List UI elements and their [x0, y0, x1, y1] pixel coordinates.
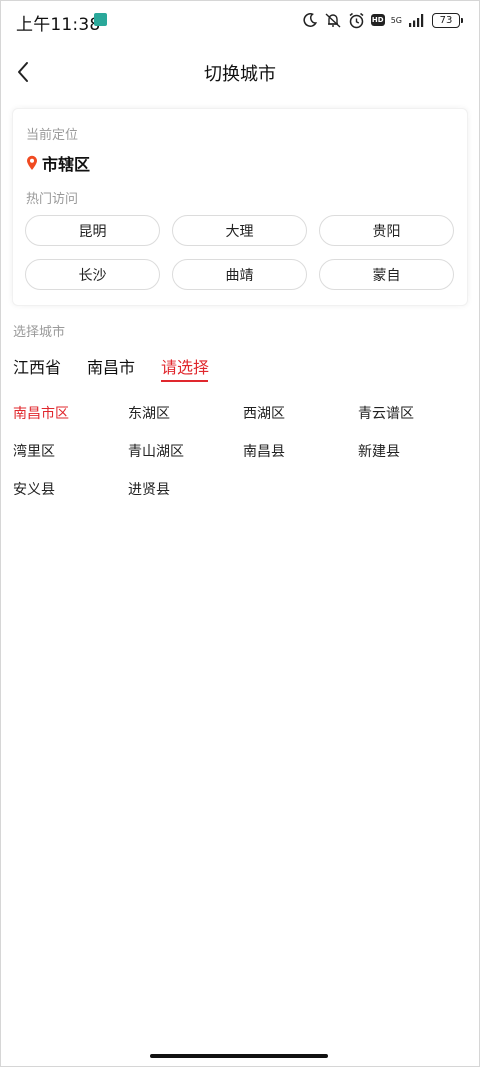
- map-pin-icon: [27, 155, 37, 170]
- tab-please-select[interactable]: 请选择: [161, 354, 209, 378]
- home-indicator[interactable]: [150, 1054, 328, 1058]
- signal-icon: [409, 14, 424, 27]
- hot-city-chip[interactable]: 蒙自: [319, 259, 454, 290]
- district-item[interactable]: 青云谱区: [358, 403, 414, 423]
- location-card: 当前定位 市辖区 热门访问 昆明 大理 贵阳 长沙 曲靖 蒙自: [12, 108, 468, 306]
- hot-visits-label: 热门访问: [26, 192, 79, 207]
- district-item[interactable]: 湾里区: [13, 441, 55, 461]
- hot-city-chip[interactable]: 昆明: [25, 215, 160, 246]
- current-location-label: 当前定位: [26, 128, 79, 143]
- district-item[interactable]: 南昌县: [243, 441, 285, 461]
- district-item[interactable]: 西湖区: [243, 403, 285, 423]
- hot-city-chip[interactable]: 长沙: [25, 259, 160, 290]
- page-title: 切换城市: [204, 64, 276, 85]
- bell-muted-icon: [325, 13, 341, 28]
- status-icons: HD 5G 73: [302, 10, 463, 30]
- hot-city-chip[interactable]: 曲靖: [172, 259, 307, 290]
- tab-city[interactable]: 南昌市: [87, 354, 135, 378]
- current-location-value: 市辖区: [42, 155, 91, 174]
- network-type-text: 5G: [390, 15, 402, 25]
- tab-province[interactable]: 江西省: [13, 354, 61, 378]
- battery-level: 73: [439, 14, 453, 26]
- select-city-label: 选择城市: [13, 325, 66, 340]
- current-location[interactable]: 市辖区: [26, 151, 90, 175]
- app-notification-icon: [94, 13, 107, 26]
- alarm-icon: [349, 12, 364, 28]
- hot-city-chip[interactable]: 贵阳: [319, 215, 454, 246]
- district-item[interactable]: 南昌市区: [13, 403, 69, 423]
- district-item[interactable]: 进贤县: [128, 479, 170, 499]
- header: 切换城市: [0, 48, 480, 96]
- hd-voice-icon: HD: [370, 14, 385, 26]
- moon-icon: [303, 13, 317, 27]
- district-item[interactable]: 安义县: [13, 479, 55, 499]
- status-bar: 上午11:38 HD 5G 73: [0, 0, 480, 40]
- district-item[interactable]: 青山湖区: [128, 441, 184, 461]
- status-time: 上午11:38: [16, 15, 101, 35]
- active-tab-indicator: [161, 380, 208, 382]
- hot-city-chip[interactable]: 大理: [172, 215, 307, 246]
- district-item[interactable]: 新建县: [358, 441, 400, 461]
- district-item[interactable]: 东湖区: [128, 403, 170, 423]
- battery-icon: 73: [432, 12, 463, 28]
- network-type: 5G: [391, 16, 402, 25]
